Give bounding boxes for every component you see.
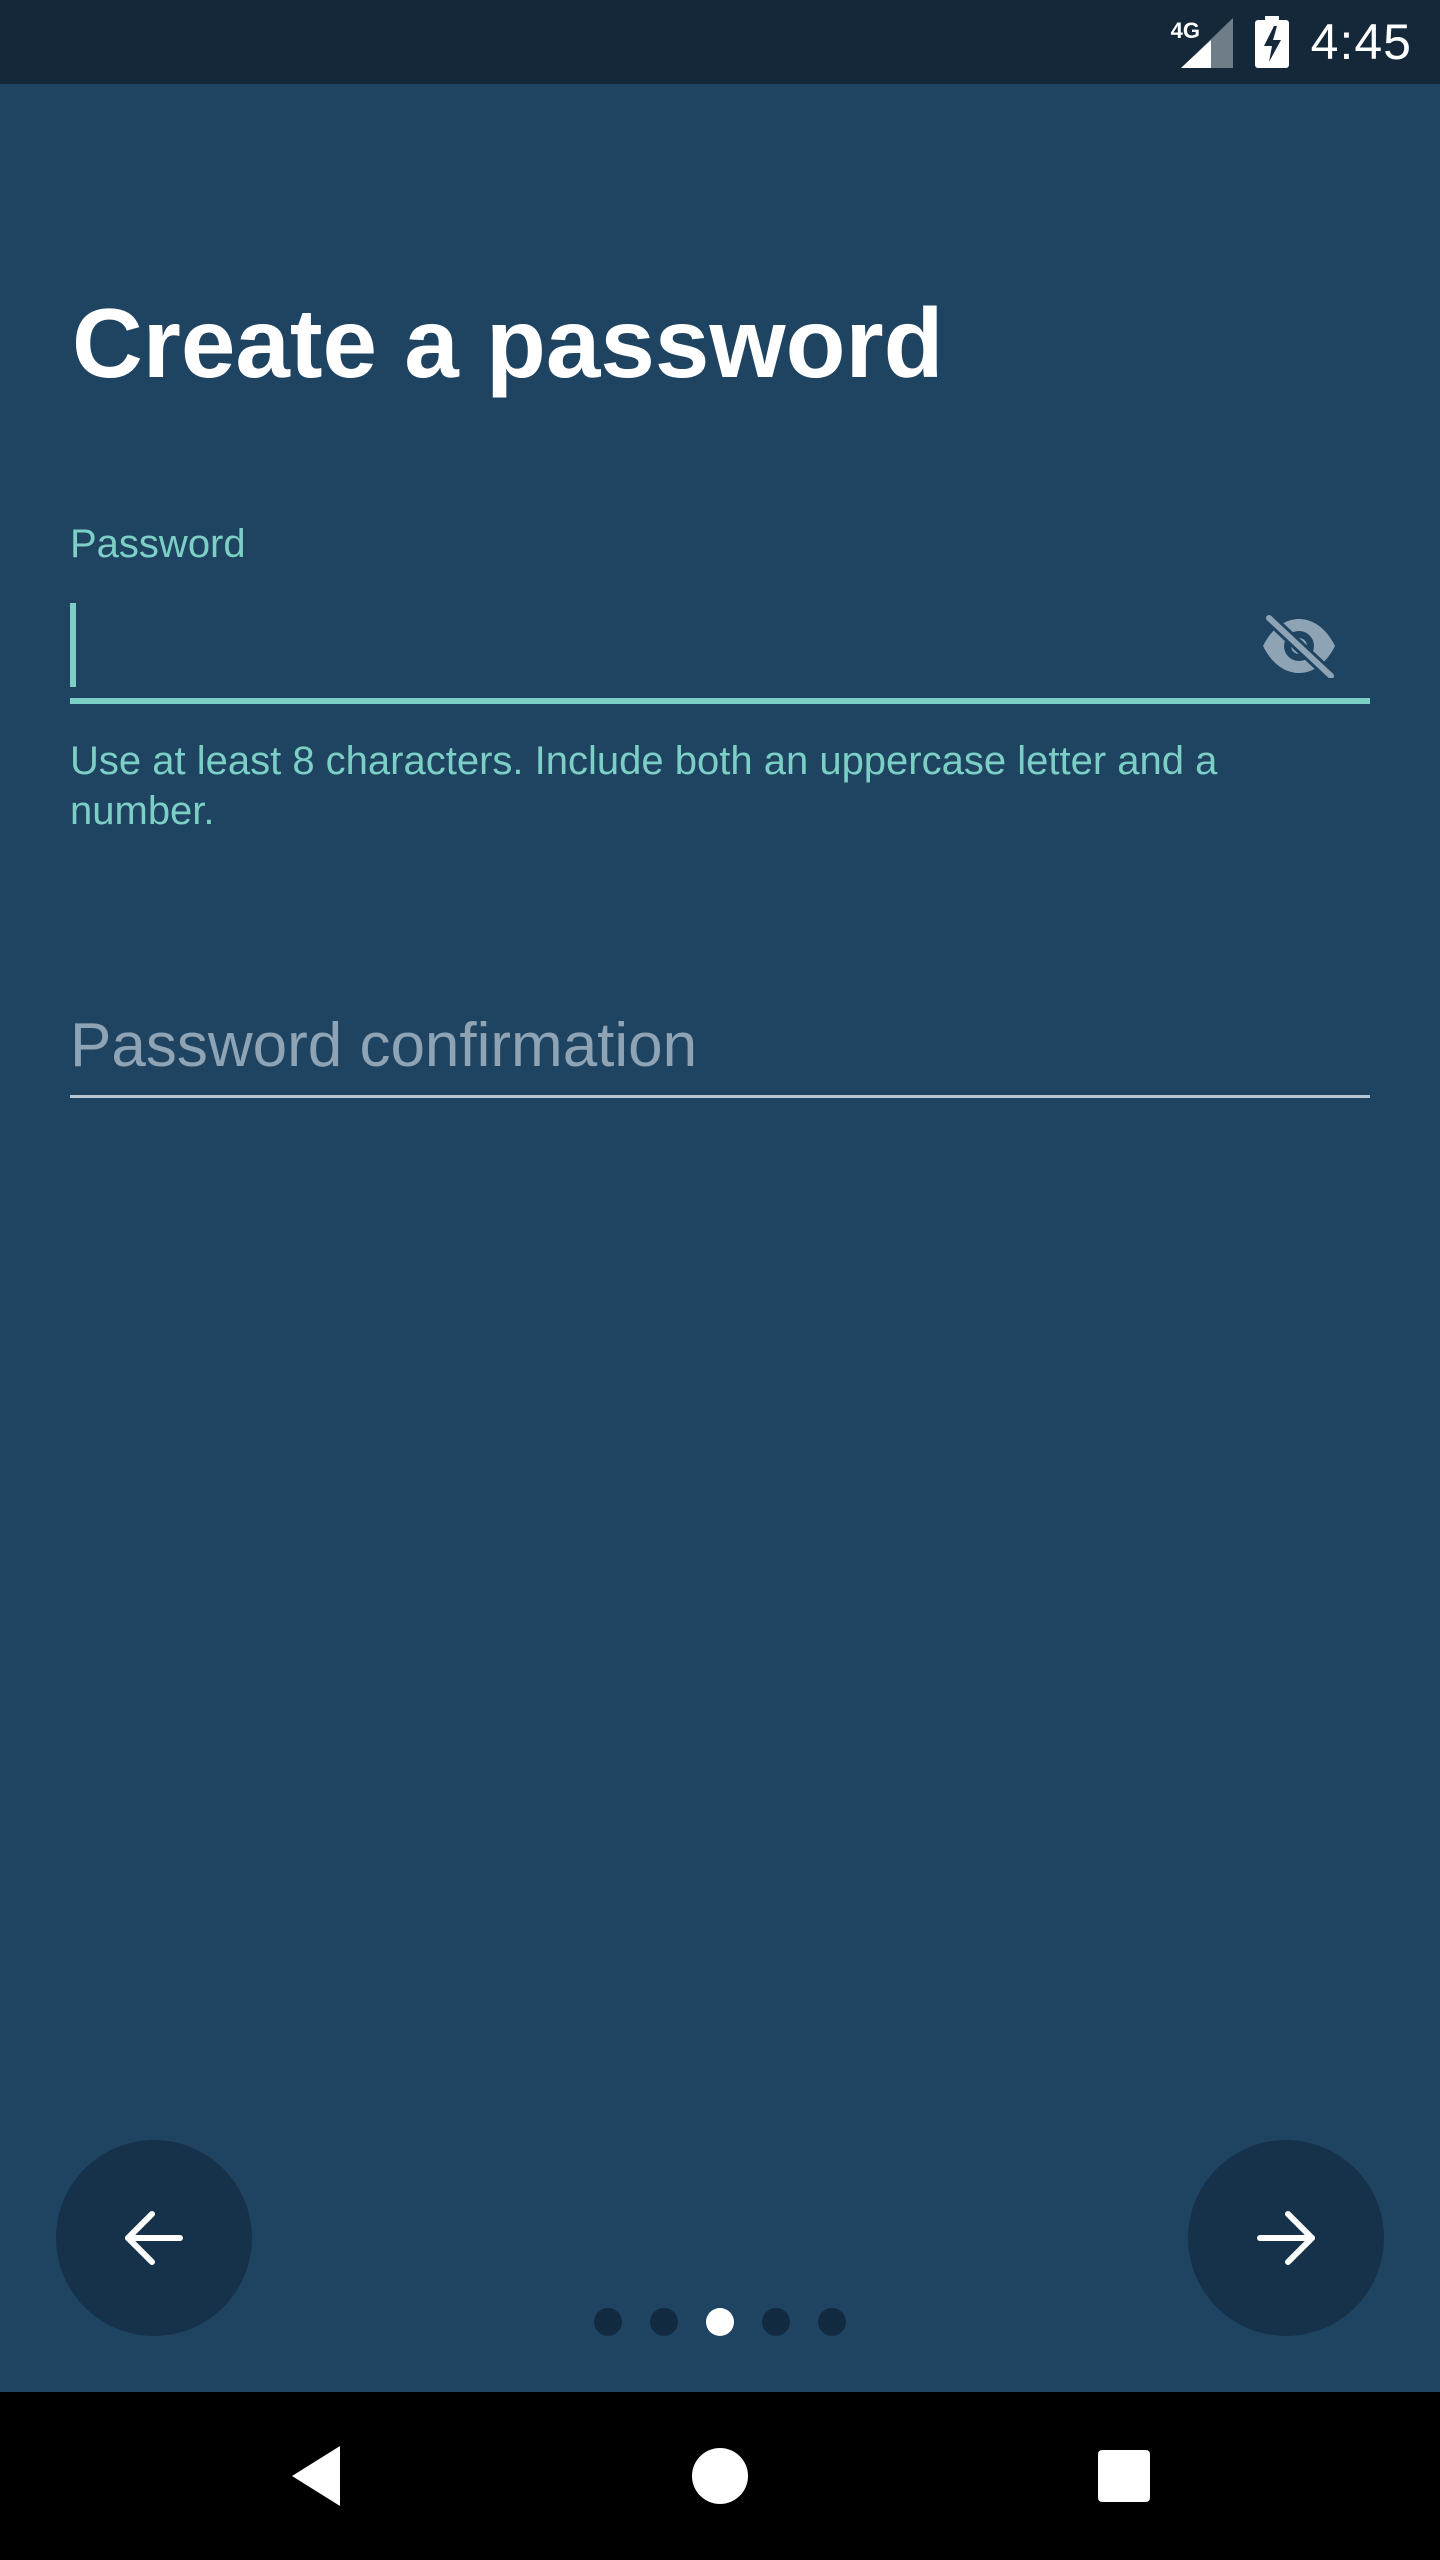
password-confirmation-input[interactable] (70, 1000, 1370, 1090)
create-password-screen: 4G 4:45 Create a password Password Use a… (0, 0, 1440, 2560)
arrow-left-icon (125, 2211, 183, 2265)
page-dot (594, 2308, 622, 2336)
status-icons: 4G 4:45 (1171, 0, 1412, 84)
system-home-button[interactable] (676, 2432, 764, 2520)
recents-square-icon (1098, 2450, 1150, 2502)
page-dot-active (706, 2308, 734, 2336)
page-dot (650, 2308, 678, 2336)
status-bar: 4G 4:45 (0, 0, 1440, 84)
page-indicator (0, 2308, 1440, 2336)
visibility-off-icon (1263, 614, 1337, 678)
visibility-toggle-button[interactable] (1256, 608, 1342, 684)
system-nav-bar (0, 2392, 1440, 2560)
page-dot (818, 2308, 846, 2336)
signal-indicator: 4G (1171, 16, 1233, 68)
arrow-right-icon (1257, 2211, 1315, 2265)
password-label: Password (70, 522, 246, 566)
next-button[interactable] (1188, 2140, 1384, 2336)
signal-icon (1180, 18, 1233, 68)
home-circle-icon (692, 2448, 748, 2504)
text-cursor (70, 603, 76, 687)
confirmation-underline (70, 1095, 1370, 1098)
battery-charging-icon (1254, 16, 1289, 68)
password-underline (70, 698, 1370, 704)
clock: 4:45 (1310, 14, 1412, 70)
system-back-button[interactable] (272, 2432, 360, 2520)
password-helper-text: Use at least 8 characters. Include both … (70, 739, 1218, 833)
system-recents-button[interactable] (1080, 2432, 1168, 2520)
back-button[interactable] (56, 2140, 252, 2336)
back-triangle-icon (292, 2446, 340, 2506)
password-input[interactable] (70, 600, 1220, 694)
page-title: Create a password (72, 288, 944, 398)
page-dot (762, 2308, 790, 2336)
